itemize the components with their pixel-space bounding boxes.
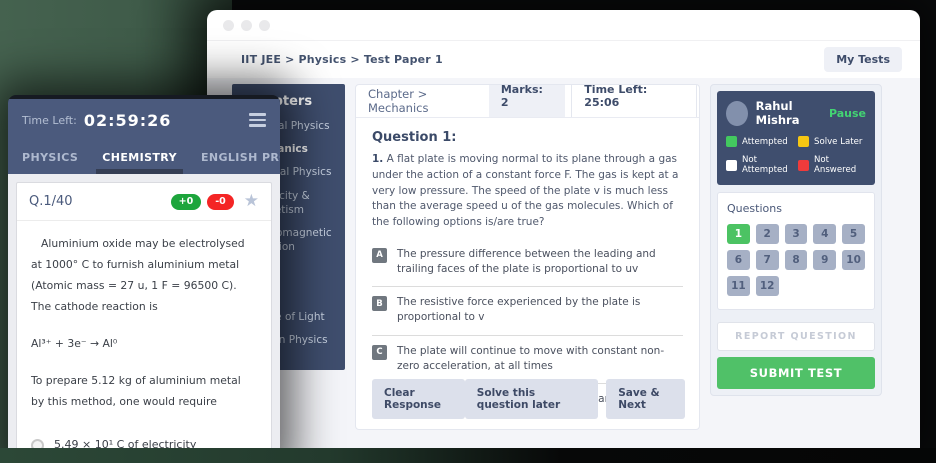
time-left-badge: Time Left: 25:06: [571, 84, 697, 117]
pause-button[interactable]: Pause: [829, 107, 866, 120]
time-left-label: Time Left:: [22, 114, 77, 127]
breadcrumb-bar: IIT JEE > Physics > Test Paper 1 My Test…: [207, 41, 920, 79]
option-a[interactable]: A The pressure difference between the le…: [372, 241, 683, 279]
positive-marks-pill: +0: [171, 194, 202, 210]
question-tile-4[interactable]: 4: [813, 224, 836, 244]
marks-badge: Marks: 2: [489, 84, 565, 117]
desktop-content: Chapters General Physics Mechanics Therm…: [207, 78, 920, 448]
user-card: Rahul Mishra Pause Attempted Solve Later: [717, 91, 875, 185]
mobile-question-card: Q.1/40 +0 -0 ★ Aluminium oxide may be el…: [16, 182, 272, 463]
status-legend: Attempted Solve Later Not Attempted: [726, 136, 866, 175]
save-next-button[interactable]: Save & Next: [606, 379, 685, 419]
bottom-shadow-band: [0, 448, 936, 463]
marketing-composite: IIT JEE > Physics > Test Paper 1 My Test…: [0, 0, 936, 463]
breadcrumb[interactable]: IIT JEE > Physics > Test Paper 1: [241, 53, 443, 66]
mobile-header: Time Left: 02:59:26: [8, 99, 280, 141]
mobile-content: Q.1/40 +0 -0 ★ Aluminium oxide may be el…: [8, 174, 280, 463]
negative-marks-pill: -0: [207, 194, 234, 210]
question-tile-11[interactable]: 11: [727, 276, 750, 296]
question-tile-7[interactable]: 7: [756, 250, 779, 270]
legend-not-attempted: Not Attempted: [726, 155, 794, 175]
question-card: Chapter > Mechanics Marks: 2 Time Left: …: [355, 84, 700, 430]
avatar: [726, 101, 748, 126]
legend-attempted: Attempted: [726, 136, 794, 147]
question-actions: Clear Response Solve this question later…: [372, 379, 685, 419]
mobile-question-text: Aluminium oxide may be electrolysed at 1…: [31, 233, 257, 317]
chapter-breadcrumb: Chapter > Mechanics: [368, 87, 489, 115]
question-tile-10[interactable]: 10: [842, 250, 865, 270]
subject-tabs: PHYSICS CHEMISTRY ENGLISH PROFICIENCY: [8, 141, 280, 174]
question-tile-12[interactable]: 12: [756, 276, 779, 296]
option-a-badge: A: [372, 248, 387, 263]
question-tile-6[interactable]: 6: [727, 250, 750, 270]
mobile-question-meta: Q.1/40 +0 -0 ★: [17, 183, 271, 220]
option-c-badge: C: [372, 345, 387, 360]
option-b[interactable]: B The resistive force experienced by the…: [372, 289, 683, 327]
question-card-header: Chapter > Mechanics Marks: 2 Time Left: …: [356, 85, 699, 118]
question-number: 1.: [372, 153, 383, 165]
legend-solve-later: Solve Later: [798, 136, 866, 147]
question-tile-5[interactable]: 5: [842, 224, 865, 244]
user-name: Rahul Mishra: [756, 99, 829, 127]
time-left-value: 02:59:26: [84, 111, 172, 130]
submit-test-button[interactable]: SUBMIT TEST: [717, 357, 875, 389]
window-control-dot[interactable]: [223, 20, 234, 31]
questions-title: Questions: [727, 202, 865, 215]
question-palette: Questions 1 2 3 4 5 6 7 8 9 10 11 12: [717, 192, 875, 310]
divider: [372, 286, 683, 287]
my-tests-button[interactable]: My Tests: [824, 47, 902, 72]
solve-later-swatch: [798, 136, 809, 147]
question-tile-3[interactable]: 3: [785, 224, 808, 244]
cathode-equation: Al³⁺ + 3e⁻ → Al⁰: [31, 333, 257, 354]
question-tile-1[interactable]: 1: [727, 224, 750, 244]
question-tile-2[interactable]: 2: [756, 224, 779, 244]
mobile-question-text-2: To prepare 5.12 kg of aluminium metal by…: [31, 370, 257, 412]
window-control-dot[interactable]: [259, 20, 270, 31]
option-b-badge: B: [372, 296, 387, 311]
solve-later-button[interactable]: Solve this question later: [465, 379, 598, 419]
question-number-grid: 1 2 3 4 5 6 7 8 9 10 11 12: [727, 224, 865, 296]
tab-english-proficiency[interactable]: ENGLISH PROFICIENCY: [201, 141, 280, 174]
report-question-button[interactable]: REPORT QUESTION: [717, 322, 875, 351]
tab-physics[interactable]: PHYSICS: [22, 141, 78, 174]
window-control-dot[interactable]: [241, 20, 252, 31]
tab-chemistry[interactable]: CHEMISTRY: [102, 141, 177, 174]
not-answered-swatch: [798, 160, 809, 171]
question-text: 1. A flat plate is moving normal to its …: [372, 152, 683, 231]
bookmark-star-icon[interactable]: ★: [244, 193, 259, 210]
option-c[interactable]: C The plate will continue to move with c…: [372, 338, 683, 376]
divider: [372, 335, 683, 336]
not-attempted-swatch: [726, 160, 737, 171]
mobile-app-window: Time Left: 02:59:26 PHYSICS CHEMISTRY EN…: [8, 95, 280, 463]
question-counter: Q.1/40: [29, 194, 73, 209]
legend-not-answered: Not Answered: [798, 155, 866, 175]
question-tile-8[interactable]: 8: [785, 250, 808, 270]
window-titlebar: [207, 10, 920, 41]
clear-response-button[interactable]: Clear Response: [372, 379, 465, 419]
attempted-swatch: [726, 136, 737, 147]
question-tile-9[interactable]: 9: [813, 250, 836, 270]
hamburger-menu-icon[interactable]: [249, 110, 266, 130]
desktop-window: IIT JEE > Physics > Test Paper 1 My Test…: [207, 10, 920, 448]
mobile-question-body: Aluminium oxide may be electrolysed at 1…: [17, 221, 271, 463]
question-title: Question 1:: [372, 130, 683, 145]
test-panel: Rahul Mishra Pause Attempted Solve Later: [710, 84, 882, 396]
